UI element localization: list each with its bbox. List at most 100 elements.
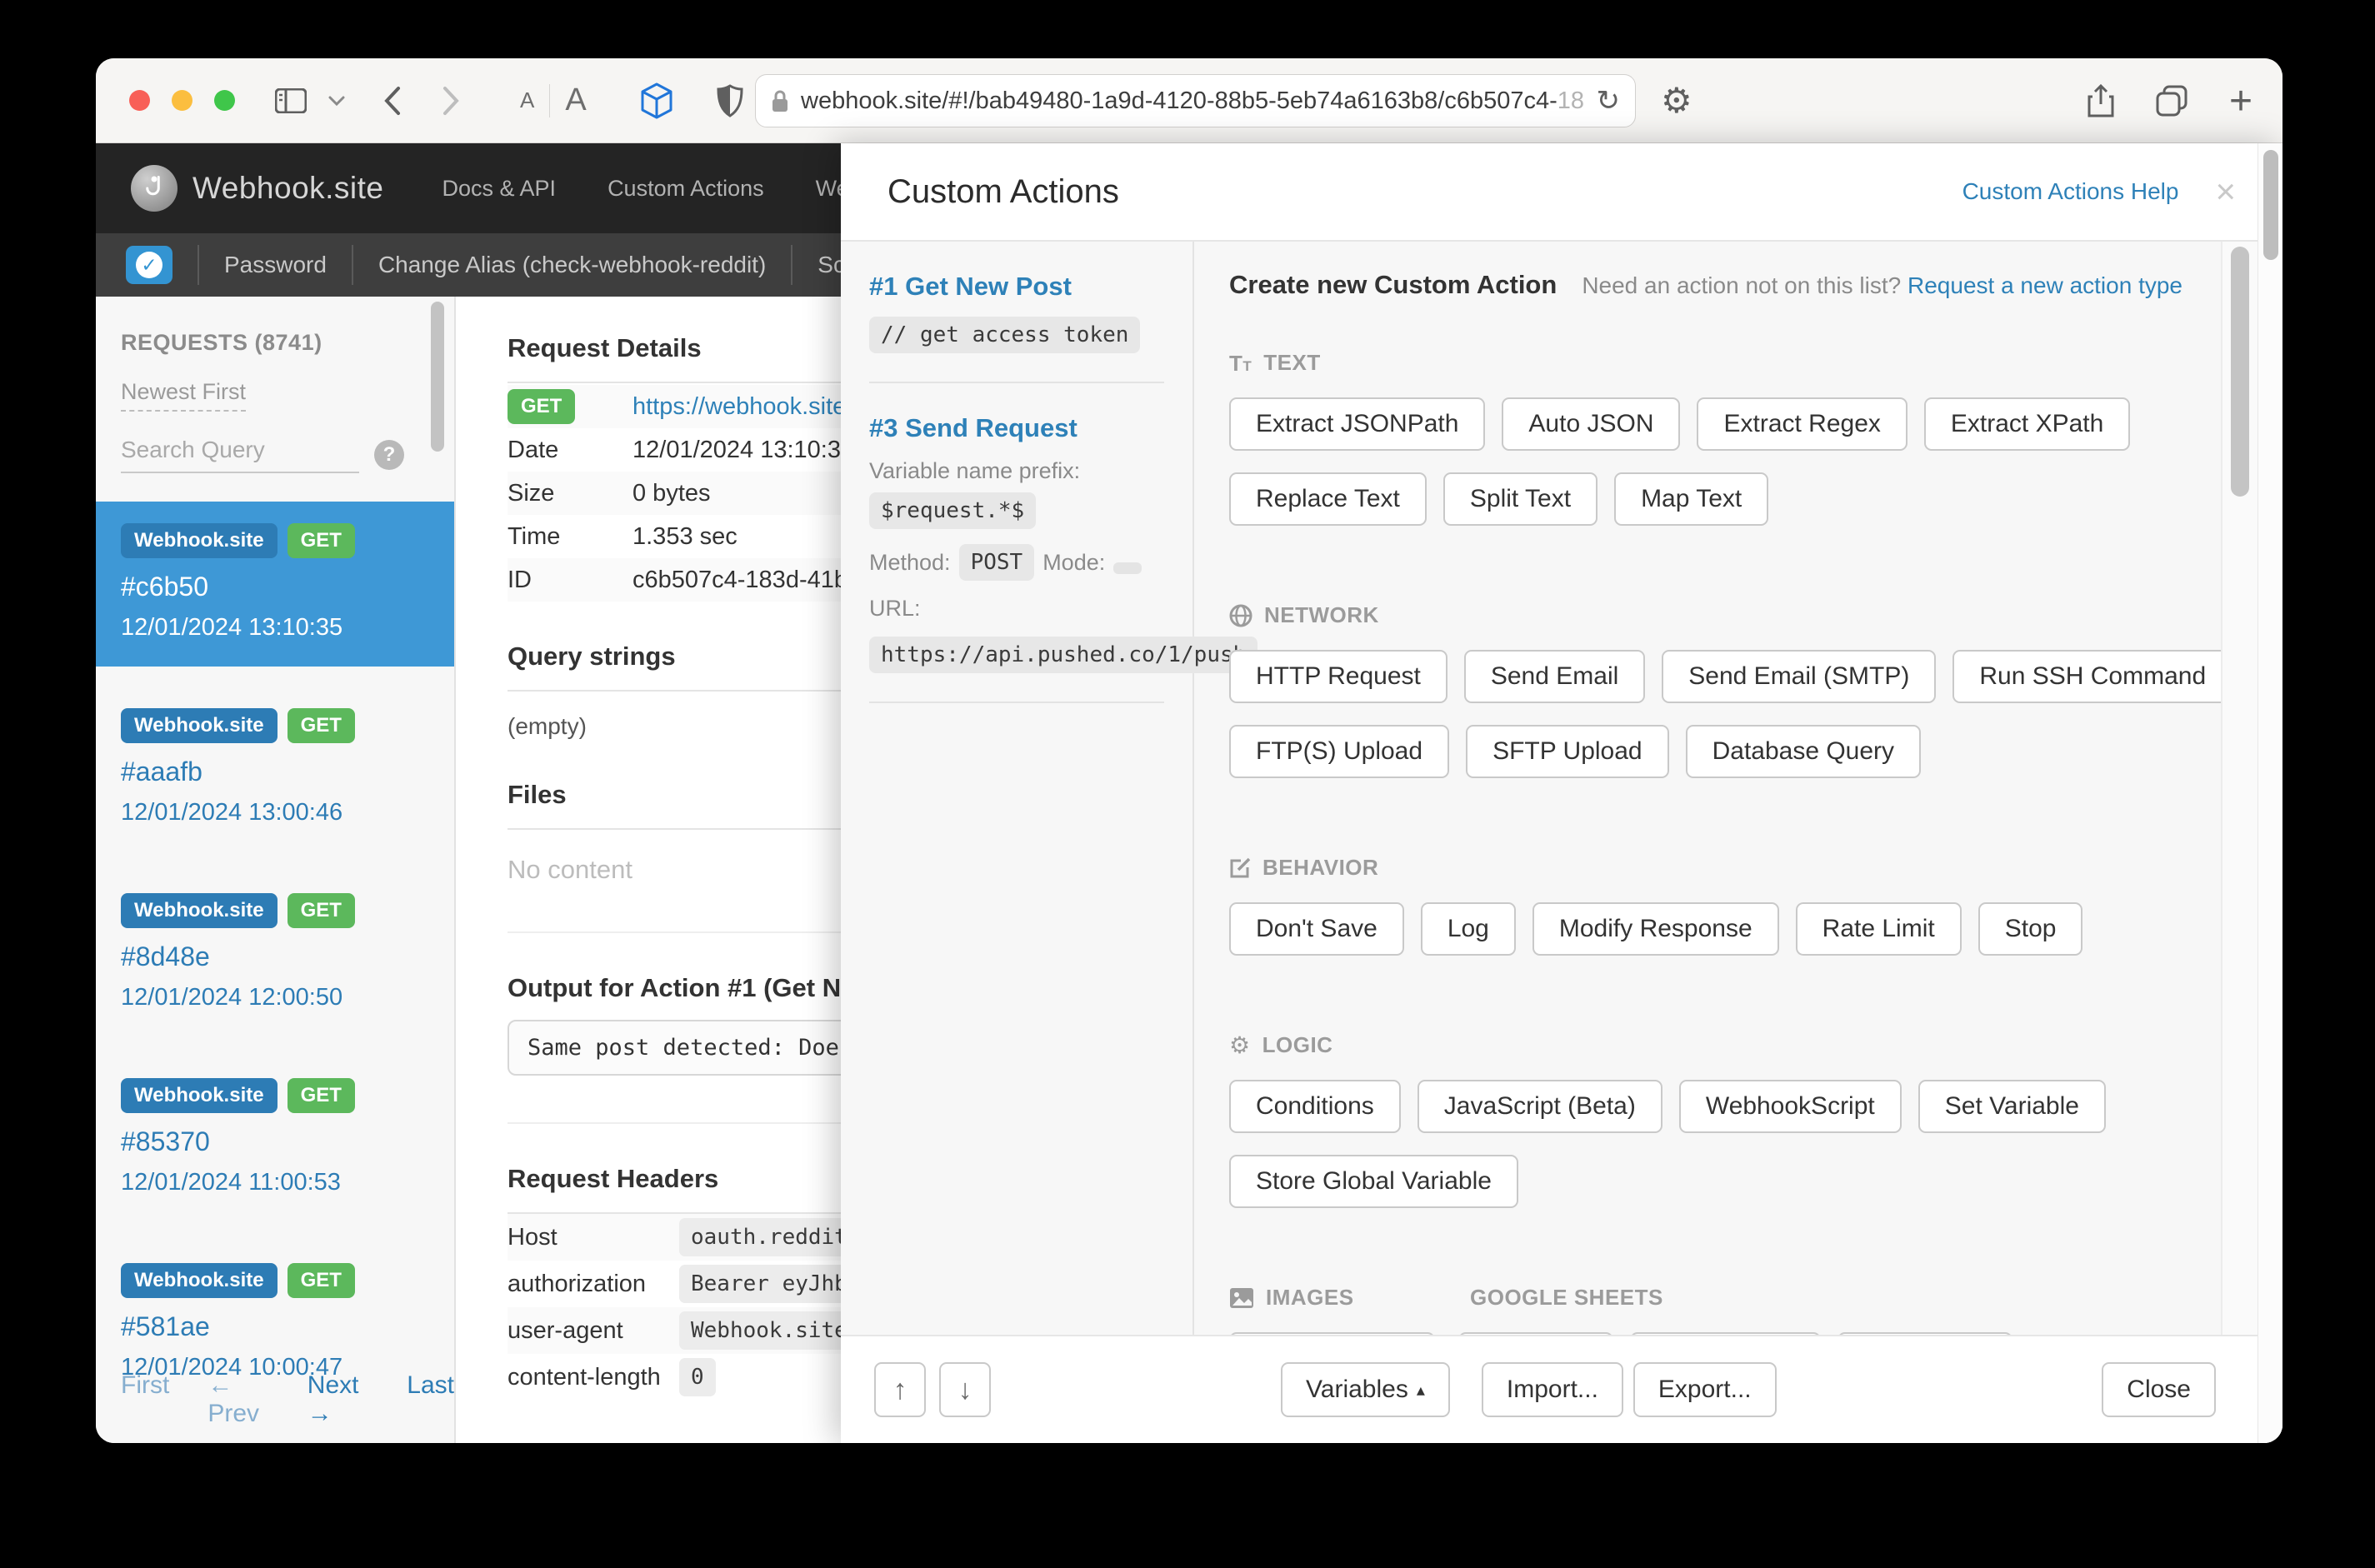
subnav-change-alias[interactable]: Change Alias (check-webhook-reddit) — [378, 252, 766, 278]
action-type-button[interactable]: Map Text — [1614, 472, 1769, 526]
variables-button[interactable]: Variables ▴ — [1281, 1362, 1450, 1417]
action-type-button[interactable]: Conditions — [1229, 1080, 1401, 1133]
action-block: #1 Get New Post // get access token — [869, 242, 1164, 383]
action-type-button[interactable]: Log — [1420, 902, 1516, 956]
action-type-button[interactable]: Split Text — [1442, 472, 1598, 526]
action-type-button[interactable]: WebhookScript — [1678, 1080, 1902, 1133]
request-list-item[interactable]: Webhook.site GET #8d48e 12/01/2024 12:00:50 — [96, 871, 454, 1036]
request-list-item[interactable]: Webhook.site GET #85370 12/01/2024 11:00:53 — [96, 1056, 454, 1221]
brand-title[interactable]: Webhook.site — [192, 171, 384, 206]
page-scrollbar-thumb[interactable] — [2263, 150, 2278, 260]
action-type-button[interactable]: Stop — [1978, 902, 2083, 956]
action-button-row: HTTP Request Send Email Send Email (SMTP) R… — [1229, 650, 2233, 703]
move-down-button[interactable]: ↓ — [939, 1362, 991, 1417]
zoom-window-button[interactable] — [214, 90, 235, 111]
action-type-button[interactable]: JavaScript (Beta) — [1417, 1080, 1662, 1133]
action-button-row: Conditions JavaScript (Beta) WebhookScript… — [1229, 1080, 2182, 1133]
custom-actions-help-link[interactable]: Custom Actions Help — [1962, 178, 2179, 205]
action-type-button[interactable]: Update Row — [1629, 1332, 1821, 1335]
extensions-gear-icon[interactable]: ⚙ — [1661, 80, 1692, 121]
action-type-button[interactable]: Get Values — [1837, 1332, 2013, 1335]
url-bar[interactable]: webhook.site/#!/bab49480-1a9d-4120-88b5-… — [755, 74, 1636, 127]
action-type-button[interactable]: Send Email — [1463, 650, 1646, 703]
pagination-next[interactable]: Next → — [308, 1371, 368, 1428]
sort-newest-first-link[interactable]: Newest First — [121, 379, 247, 412]
share-icon[interactable] — [2088, 84, 2114, 117]
decrease-font-icon[interactable]: A — [520, 87, 534, 113]
action-type-button[interactable]: Modify Response — [1532, 902, 1779, 956]
verified-check-button[interactable]: ✓ — [126, 246, 172, 284]
action-type-button[interactable]: FTP(S) Upload — [1229, 725, 1450, 778]
pagination-first[interactable]: First — [121, 1371, 169, 1428]
action-type-button[interactable]: Add Row — [1458, 1332, 1613, 1335]
action-type-button[interactable]: Rate Limit — [1795, 902, 1962, 956]
header-value-chip: 0 — [679, 1358, 716, 1396]
url-text: webhook.site/#!/bab49480-1a9d-4120-88b5-… — [801, 87, 1585, 114]
tab-overview-icon[interactable] — [2156, 85, 2188, 117]
page-scrollbar-track[interactable] — [2258, 143, 2282, 1443]
action-type-button[interactable]: Send Email (SMTP) — [1662, 650, 1937, 703]
modal-scrollbar-thumb[interactable] — [2231, 247, 2249, 497]
action-type-button[interactable]: Database Query — [1685, 725, 1922, 778]
action-type-button[interactable]: Don't Save — [1229, 902, 1404, 956]
request-list-item[interactable]: Webhook.siteGET#06e3812/01/2024 09:00:38 — [96, 1426, 454, 1443]
action-meta-line: Variable name prefix: $request.*$ — [869, 458, 1164, 529]
action-type-button[interactable]: Resize Image — [1229, 1332, 1436, 1335]
action-title-link[interactable]: #1 Get New Post — [869, 272, 1164, 302]
webhook-extension-icon[interactable] — [640, 82, 673, 119]
move-up-button[interactable]: ↑ — [874, 1362, 926, 1417]
detail-method-cell: GET — [508, 389, 632, 424]
action-title-link[interactable]: #3 Send Request — [869, 413, 1164, 443]
back-icon[interactable] — [383, 86, 402, 116]
action-type-button[interactable]: HTTP Request — [1229, 650, 1448, 703]
search-query-input[interactable]: Search Query — [121, 437, 359, 473]
import-button[interactable]: Import... — [1481, 1362, 1623, 1417]
close-button[interactable]: Close — [2102, 1362, 2216, 1417]
request-new-action-link[interactable]: Request a new action type — [1908, 272, 2182, 298]
section-label: IMAGES — [1266, 1285, 1354, 1310]
detail-label: Time — [508, 522, 561, 550]
nav-docs-api[interactable]: Docs & API — [442, 176, 557, 202]
nav-custom-actions[interactable]: Custom Actions — [608, 176, 764, 202]
help-question-icon[interactable]: ? — [374, 440, 404, 470]
refresh-icon[interactable]: ↻ — [1597, 84, 1621, 117]
action-type-button[interactable]: Run SSH Command — [1952, 650, 2233, 703]
sidebar-toggle-icon[interactable] — [275, 87, 307, 113]
minimize-window-button[interactable] — [172, 90, 192, 111]
close-window-button[interactable] — [129, 90, 150, 111]
section-label: LOGIC — [1262, 1032, 1333, 1057]
sidebar-scrollbar[interactable] — [431, 302, 444, 452]
site-badge: Webhook.site — [121, 893, 278, 928]
request-list-item[interactable]: Webhook.site GET #aaafb 12/01/2024 13:00:46 — [96, 687, 454, 851]
shield-icon[interactable] — [717, 83, 743, 117]
requests-sidebar: REQUESTS (8741) Newest First Search Quer… — [96, 297, 456, 1443]
chevron-down-icon[interactable] — [328, 96, 345, 106]
action-type-button[interactable]: Store Global Variable — [1229, 1155, 1518, 1208]
action-type-button[interactable]: Auto JSON — [1502, 397, 1681, 451]
increase-font-icon[interactable]: A — [565, 82, 586, 118]
request-url-link[interactable]: https://webhook.site/b — [632, 393, 867, 421]
subnav-password[interactable]: Password — [224, 252, 327, 278]
pagination-prev[interactable]: ← Prev — [208, 1371, 268, 1428]
site-badge: Webhook.site — [121, 1263, 278, 1298]
new-tab-icon[interactable]: + — [2229, 78, 2252, 124]
export-button[interactable]: Export... — [1632, 1362, 1777, 1417]
webhook-logo-icon[interactable] — [131, 165, 178, 212]
action-type-button[interactable]: Set Variable — [1918, 1080, 2106, 1133]
pagination: First ← Prev Next → Last — [121, 1371, 454, 1428]
action-type-button[interactable]: Extract JSONPath — [1229, 397, 1486, 451]
images-sheets-row: IMAGES Resize Image GOOGLE SHEETS Add Row Up… — [1229, 1285, 2182, 1335]
action-type-button[interactable]: Extract Regex — [1697, 397, 1908, 451]
request-id: #8d48e — [121, 941, 210, 971]
close-icon[interactable]: × — [2215, 174, 2236, 209]
action-type-button[interactable]: Extract XPath — [1923, 397, 2131, 451]
action-type-button[interactable]: Replace Text — [1229, 472, 1427, 526]
pagination-last[interactable]: Last — [407, 1371, 454, 1428]
action-meta-label: Mode: — [1042, 549, 1106, 575]
forward-icon[interactable] — [442, 86, 460, 116]
create-action-column: Create new Custom Action Need an action … — [1194, 242, 2282, 1335]
method-badge: GET — [287, 893, 355, 928]
request-list-item[interactable]: Webhook.site GET #c6b50 12/01/2024 13:10:35 — [96, 502, 454, 667]
action-type-button[interactable]: SFTP Upload — [1466, 725, 1669, 778]
modal-scrollbar-track[interactable] — [2221, 242, 2259, 1335]
